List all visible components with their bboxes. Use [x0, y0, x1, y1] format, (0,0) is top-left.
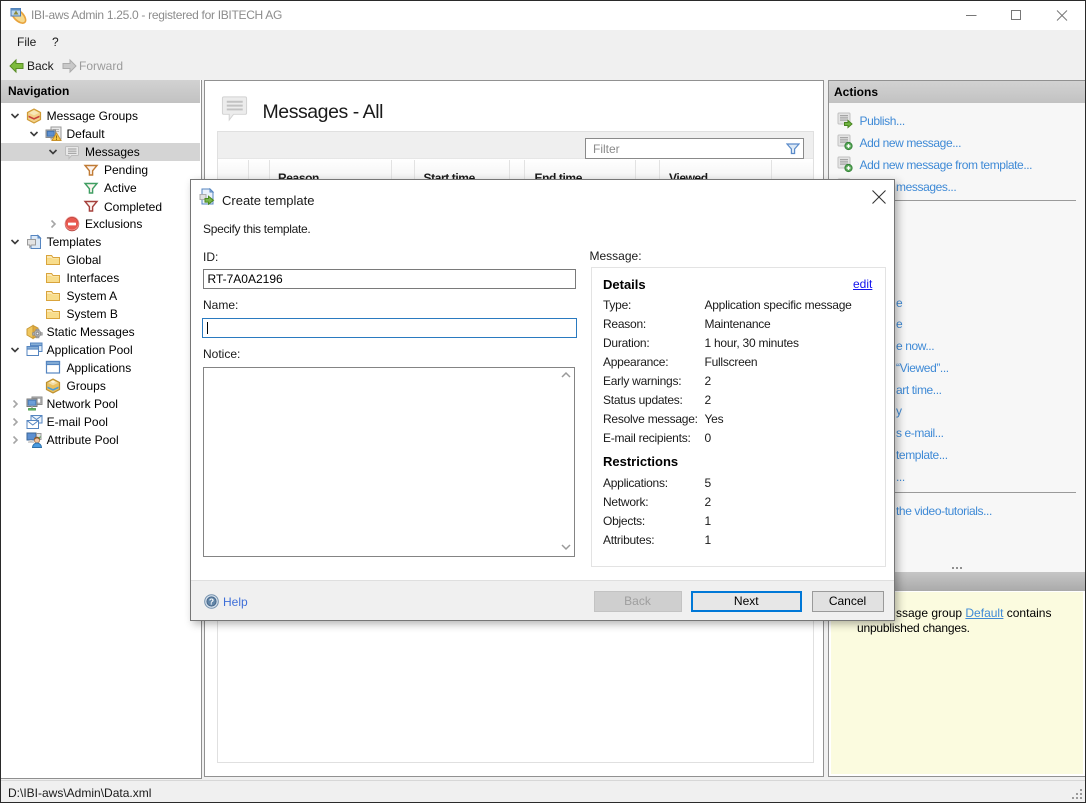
svg-text:!: ! [55, 135, 57, 142]
svg-text:?: ? [209, 597, 214, 607]
